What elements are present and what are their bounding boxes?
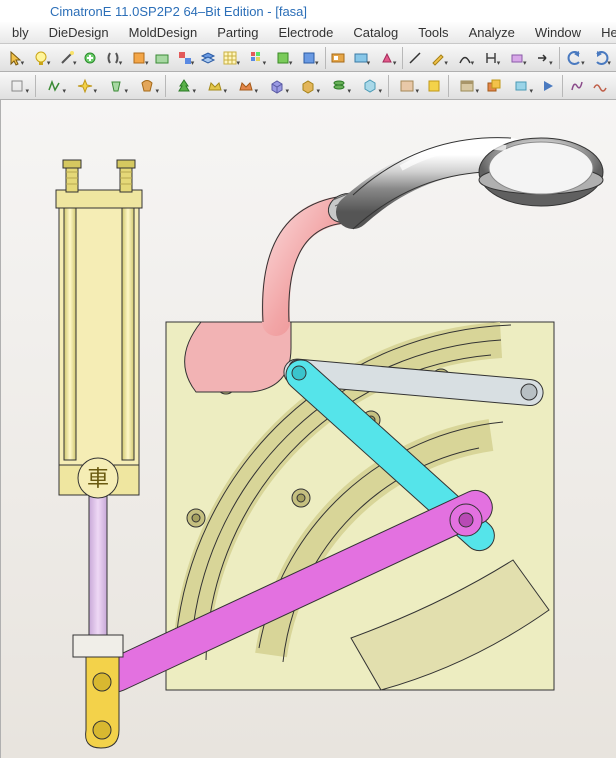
spark-icon[interactable] [70, 75, 100, 97]
face2-icon[interactable] [506, 75, 536, 97]
cube-icon[interactable] [262, 75, 292, 97]
view1-icon[interactable] [328, 47, 347, 69]
menu-electrode[interactable]: Electrode [268, 23, 343, 42]
sel-icon[interactable] [2, 75, 32, 97]
bracket2-icon[interactable] [478, 47, 503, 69]
piston-rod [89, 490, 107, 650]
pencil-icon[interactable] [426, 47, 451, 69]
layers-icon[interactable] [198, 47, 217, 69]
view2-icon[interactable] [348, 47, 373, 69]
wave-icon[interactable] [589, 75, 611, 97]
sketch-icon[interactable] [39, 75, 69, 97]
green-box-icon[interactable] [270, 47, 295, 69]
svg-text:車: 車 [87, 466, 109, 491]
cup2-icon[interactable] [132, 75, 162, 97]
curve-icon[interactable] [452, 47, 477, 69]
color-box-icon[interactable] [172, 47, 197, 69]
hex-icon[interactable] [355, 75, 385, 97]
title-bar: CimatronE 11.0SP2P2 64–Bit Edition - [fa… [0, 0, 616, 22]
cursor-icon[interactable] [2, 47, 27, 69]
cup-icon[interactable] [101, 75, 131, 97]
box4-icon[interactable] [423, 75, 445, 97]
toolbar-1 [0, 44, 616, 72]
menu-assembly[interactable]: bly [2, 23, 39, 42]
menu-help[interactable]: Help [591, 23, 616, 42]
face-icon[interactable] [126, 47, 151, 69]
undo-icon[interactable] [562, 47, 587, 69]
box3-icon[interactable] [392, 75, 422, 97]
redo-icon[interactable] [589, 47, 614, 69]
shape-icon[interactable] [504, 47, 529, 69]
menu-parting[interactable]: Parting [207, 23, 268, 42]
menu-analyze[interactable]: Analyze [459, 23, 525, 42]
actuator-assembly: 車 [56, 160, 142, 657]
cube2-icon[interactable] [293, 75, 323, 97]
model-scene: 車 [1, 100, 616, 758]
panel-icon[interactable] [452, 75, 482, 97]
menu-molddesign[interactable]: MoldDesign [119, 23, 208, 42]
menu-catalog[interactable]: Catalog [343, 23, 408, 42]
curve2-icon[interactable] [566, 75, 588, 97]
arrow-icon[interactable] [530, 47, 555, 69]
line-icon[interactable] [406, 47, 425, 69]
play-icon[interactable] [537, 75, 559, 97]
lightbulb-icon[interactable] [28, 47, 53, 69]
shower-head [353, 138, 603, 229]
menu-bar: bly DieDesign MoldDesign Parting Electro… [0, 22, 616, 44]
viewport-3d[interactable]: 車 [0, 100, 616, 758]
menu-tools[interactable]: Tools [408, 23, 458, 42]
rod-end-block [73, 635, 123, 657]
crown-icon[interactable] [200, 75, 230, 97]
menu-window[interactable]: Window [525, 23, 591, 42]
wand-icon[interactable] [54, 47, 79, 69]
grid-icon[interactable] [218, 47, 243, 69]
layer-icon[interactable] [483, 75, 505, 97]
stack-icon[interactable] [324, 75, 354, 97]
blue-box-icon[interactable] [296, 47, 321, 69]
toolbar-2 [0, 72, 616, 100]
box-icon[interactable] [153, 47, 172, 69]
add-icon[interactable] [81, 47, 100, 69]
title-text: CimatronE 11.0SP2P2 64–Bit Edition - [fa… [50, 4, 307, 19]
crown2-icon[interactable] [231, 75, 261, 97]
menu-diedesign[interactable]: DieDesign [39, 23, 119, 42]
view3-icon[interactable] [374, 47, 399, 69]
palette-icon[interactable] [244, 47, 269, 69]
bracket-icon[interactable] [100, 47, 125, 69]
tree-icon[interactable] [169, 75, 199, 97]
